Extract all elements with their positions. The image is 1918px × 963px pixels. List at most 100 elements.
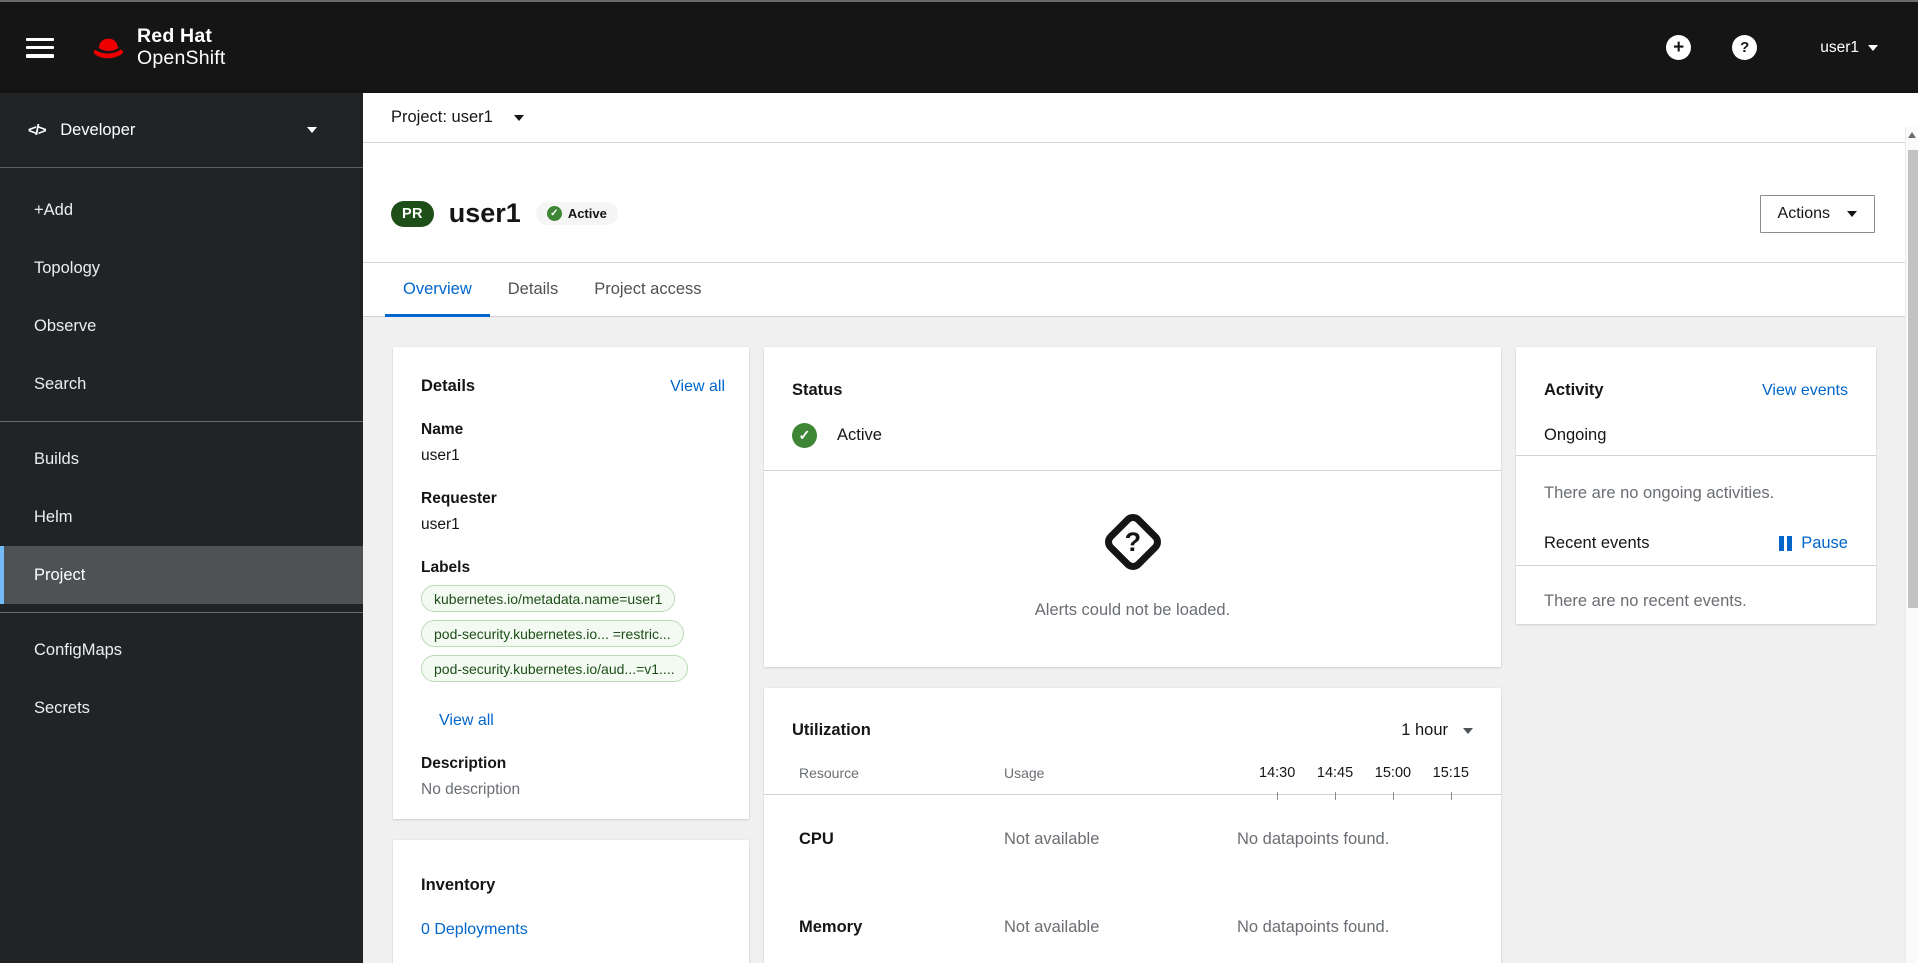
unknown-status-icon: ? bbox=[1099, 508, 1166, 575]
duration-dropdown[interactable]: 1 hour bbox=[1401, 721, 1473, 740]
page-title: user1 bbox=[448, 198, 521, 228]
hamburger-menu-icon[interactable] bbox=[26, 37, 54, 58]
utilization-card: Utilization 1 hour Resource Usage 14:30 bbox=[764, 688, 1501, 963]
time-tick-label: 15:00 bbox=[1374, 765, 1412, 800]
usage-value: Not available bbox=[1004, 829, 1100, 848]
actions-button[interactable]: Actions bbox=[1759, 194, 1875, 233]
help-question-circle-icon[interactable]: ? bbox=[1732, 35, 1758, 60]
time-tick-label: 14:45 bbox=[1316, 765, 1354, 800]
brand-line1: Red Hat bbox=[137, 24, 213, 47]
project-status-row: ✓ Active bbox=[792, 423, 1473, 470]
perspective-switcher[interactable]: </> Developer bbox=[0, 93, 363, 168]
add-plus-circle-icon[interactable]: + bbox=[1666, 35, 1692, 60]
dashboard-cards: Details View all Name user1 Requester us… bbox=[363, 317, 1918, 963]
vertical-scrollbar[interactable] bbox=[1905, 127, 1918, 963]
user-menu[interactable]: user1 bbox=[1820, 39, 1878, 57]
sidebar-item-secrets[interactable]: Secrets bbox=[0, 679, 363, 737]
project-status-text: Active bbox=[837, 426, 882, 444]
openshift-console: Red Hat OpenShift + ? user1 </> Develope… bbox=[0, 0, 1918, 963]
scrollbar-thumb[interactable] bbox=[1907, 150, 1918, 608]
pause-events-button[interactable]: Pause bbox=[1779, 534, 1848, 553]
masthead: Red Hat OpenShift + ? user1 bbox=[0, 2, 1918, 93]
check-circle-icon: ✓ bbox=[792, 423, 817, 448]
project-selector[interactable]: Project: user1 bbox=[363, 93, 1918, 143]
right-column: Activity View events Ongoing There are n… bbox=[1516, 347, 1876, 624]
sidebar-item-search[interactable]: Search bbox=[0, 355, 363, 413]
left-column: Details View all Name user1 Requester us… bbox=[393, 347, 749, 963]
sidebar-divider bbox=[0, 612, 363, 613]
name-value: user1 bbox=[421, 447, 460, 464]
pause-icon bbox=[1779, 536, 1793, 551]
sidebar-item-topology[interactable]: Topology bbox=[0, 239, 363, 297]
deployments-link[interactable]: 0 Deployments bbox=[421, 921, 528, 939]
sidebar-item-label: Search bbox=[34, 374, 87, 393]
scrollbar-up-icon[interactable] bbox=[1908, 132, 1916, 138]
label-chip[interactable]: pod-security.kubernetes.io... =restric..… bbox=[421, 620, 684, 647]
app-frame: </> Developer +Add Topology Observe Sear… bbox=[0, 93, 1918, 963]
question-glyph: ? bbox=[1124, 526, 1141, 556]
details-card-title: Details bbox=[421, 377, 476, 395]
labels-view-all-link[interactable]: View all bbox=[439, 712, 494, 730]
time-tick-label: 14:30 bbox=[1259, 765, 1296, 800]
project-selector-label: Project: user1 bbox=[391, 108, 493, 126]
status-card-title: Status bbox=[792, 381, 843, 399]
utilization-table-header: Resource Usage 14:30 14:45 15:00 15:15 bbox=[764, 765, 1501, 800]
view-events-link[interactable]: View events bbox=[1762, 382, 1848, 400]
sidebar-item-label: Project bbox=[34, 565, 86, 584]
actions-button-label: Actions bbox=[1777, 204, 1830, 222]
chevron-down-icon bbox=[1463, 727, 1473, 734]
resource-column-header: Resource bbox=[799, 765, 859, 781]
activity-card: Activity View events Ongoing There are n… bbox=[1516, 347, 1876, 624]
sidebar-nav: +Add Topology Observe Search Builds Helm… bbox=[0, 168, 363, 737]
tab-overview[interactable]: Overview bbox=[385, 263, 490, 317]
sidebar-item-configmaps[interactable]: ConfigMaps bbox=[0, 621, 363, 679]
time-axis: 14:30 14:45 15:00 15:15 bbox=[1237, 765, 1471, 800]
user-menu-label: user1 bbox=[1820, 38, 1859, 56]
inventory-card: Inventory 0 Deployments bbox=[393, 840, 749, 963]
name-label: Name bbox=[421, 421, 464, 438]
perspective-label: Developer bbox=[60, 120, 136, 139]
usage-value: Not available bbox=[1004, 917, 1100, 936]
datapoints-message: No datapoints found. bbox=[1237, 829, 1390, 848]
sidebar-item-observe[interactable]: Observe bbox=[0, 297, 363, 355]
inventory-card-title: Inventory bbox=[421, 876, 496, 894]
sidebar-item-label: Builds bbox=[34, 449, 79, 468]
alerts-empty-state: ? Alerts could not be loaded. bbox=[764, 471, 1501, 667]
redhat-fedora-icon bbox=[93, 38, 124, 58]
code-icon: </> bbox=[28, 121, 47, 139]
sidebar: </> Developer +Add Topology Observe Sear… bbox=[0, 93, 363, 963]
brand-text: Red Hat OpenShift bbox=[137, 24, 226, 70]
label-chip[interactable]: kubernetes.io/metadata.name=user1 bbox=[421, 585, 676, 612]
chevron-down-icon bbox=[513, 114, 524, 121]
tab-project-access[interactable]: Project access bbox=[576, 263, 719, 316]
sidebar-item-builds[interactable]: Builds bbox=[0, 430, 363, 488]
sidebar-item-project[interactable]: Project bbox=[0, 546, 363, 604]
tab-label: Overview bbox=[403, 280, 472, 298]
requester-label: Requester bbox=[421, 490, 497, 507]
middle-column: Status ✓ Active ? Alerts could not be lo… bbox=[764, 347, 1501, 963]
sidebar-item-label: Secrets bbox=[34, 698, 90, 717]
page-header: PR user1 ✓ Active Actions bbox=[363, 143, 1918, 263]
status-badge-label: Active bbox=[567, 206, 607, 221]
chevron-down-icon bbox=[1847, 210, 1857, 217]
check-circle-icon: ✓ bbox=[546, 206, 562, 221]
label-chip[interactable]: pod-security.kubernetes.io/aud...=v1.... bbox=[421, 655, 688, 682]
sidebar-item-add[interactable]: +Add bbox=[0, 181, 363, 239]
no-ongoing-message: There are no ongoing activities. bbox=[1544, 484, 1775, 502]
duration-dropdown-label: 1 hour bbox=[1401, 721, 1448, 739]
sidebar-item-label: Observe bbox=[34, 316, 97, 335]
time-tick-label: 15:15 bbox=[1432, 765, 1469, 800]
project-resource-badge: PR bbox=[391, 200, 434, 227]
datapoints-message: No datapoints found. bbox=[1237, 917, 1390, 936]
status-card: Status ✓ Active ? Alerts could not be lo… bbox=[764, 347, 1501, 667]
sidebar-item-label: ConfigMaps bbox=[34, 640, 123, 659]
utilization-row-cpu: CPU Not available No datapoints found. bbox=[764, 795, 1501, 883]
labels-label: Labels bbox=[421, 559, 471, 576]
sidebar-item-label: Helm bbox=[34, 507, 73, 526]
tab-details[interactable]: Details bbox=[490, 263, 576, 316]
sidebar-item-helm[interactable]: Helm bbox=[0, 488, 363, 546]
status-badge: ✓ Active bbox=[535, 202, 618, 225]
sidebar-item-label: Topology bbox=[34, 258, 101, 277]
details-view-all-link[interactable]: View all bbox=[670, 378, 725, 396]
no-recent-events-message: There are no recent events. bbox=[1544, 592, 1747, 610]
